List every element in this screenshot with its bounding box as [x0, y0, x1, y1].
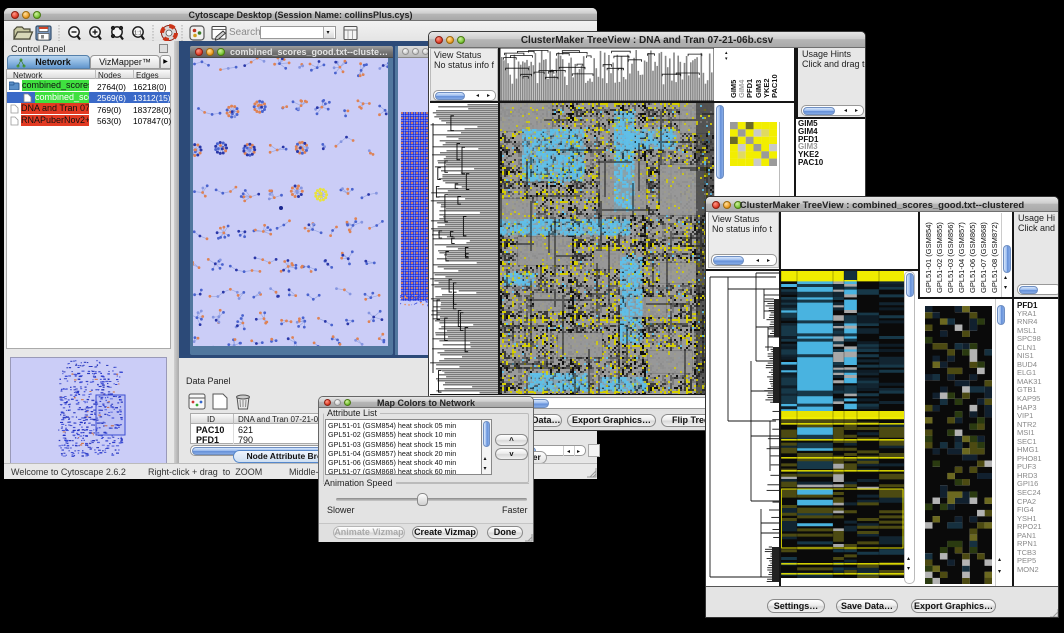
svg-text:1:1: 1:1 — [134, 31, 142, 37]
